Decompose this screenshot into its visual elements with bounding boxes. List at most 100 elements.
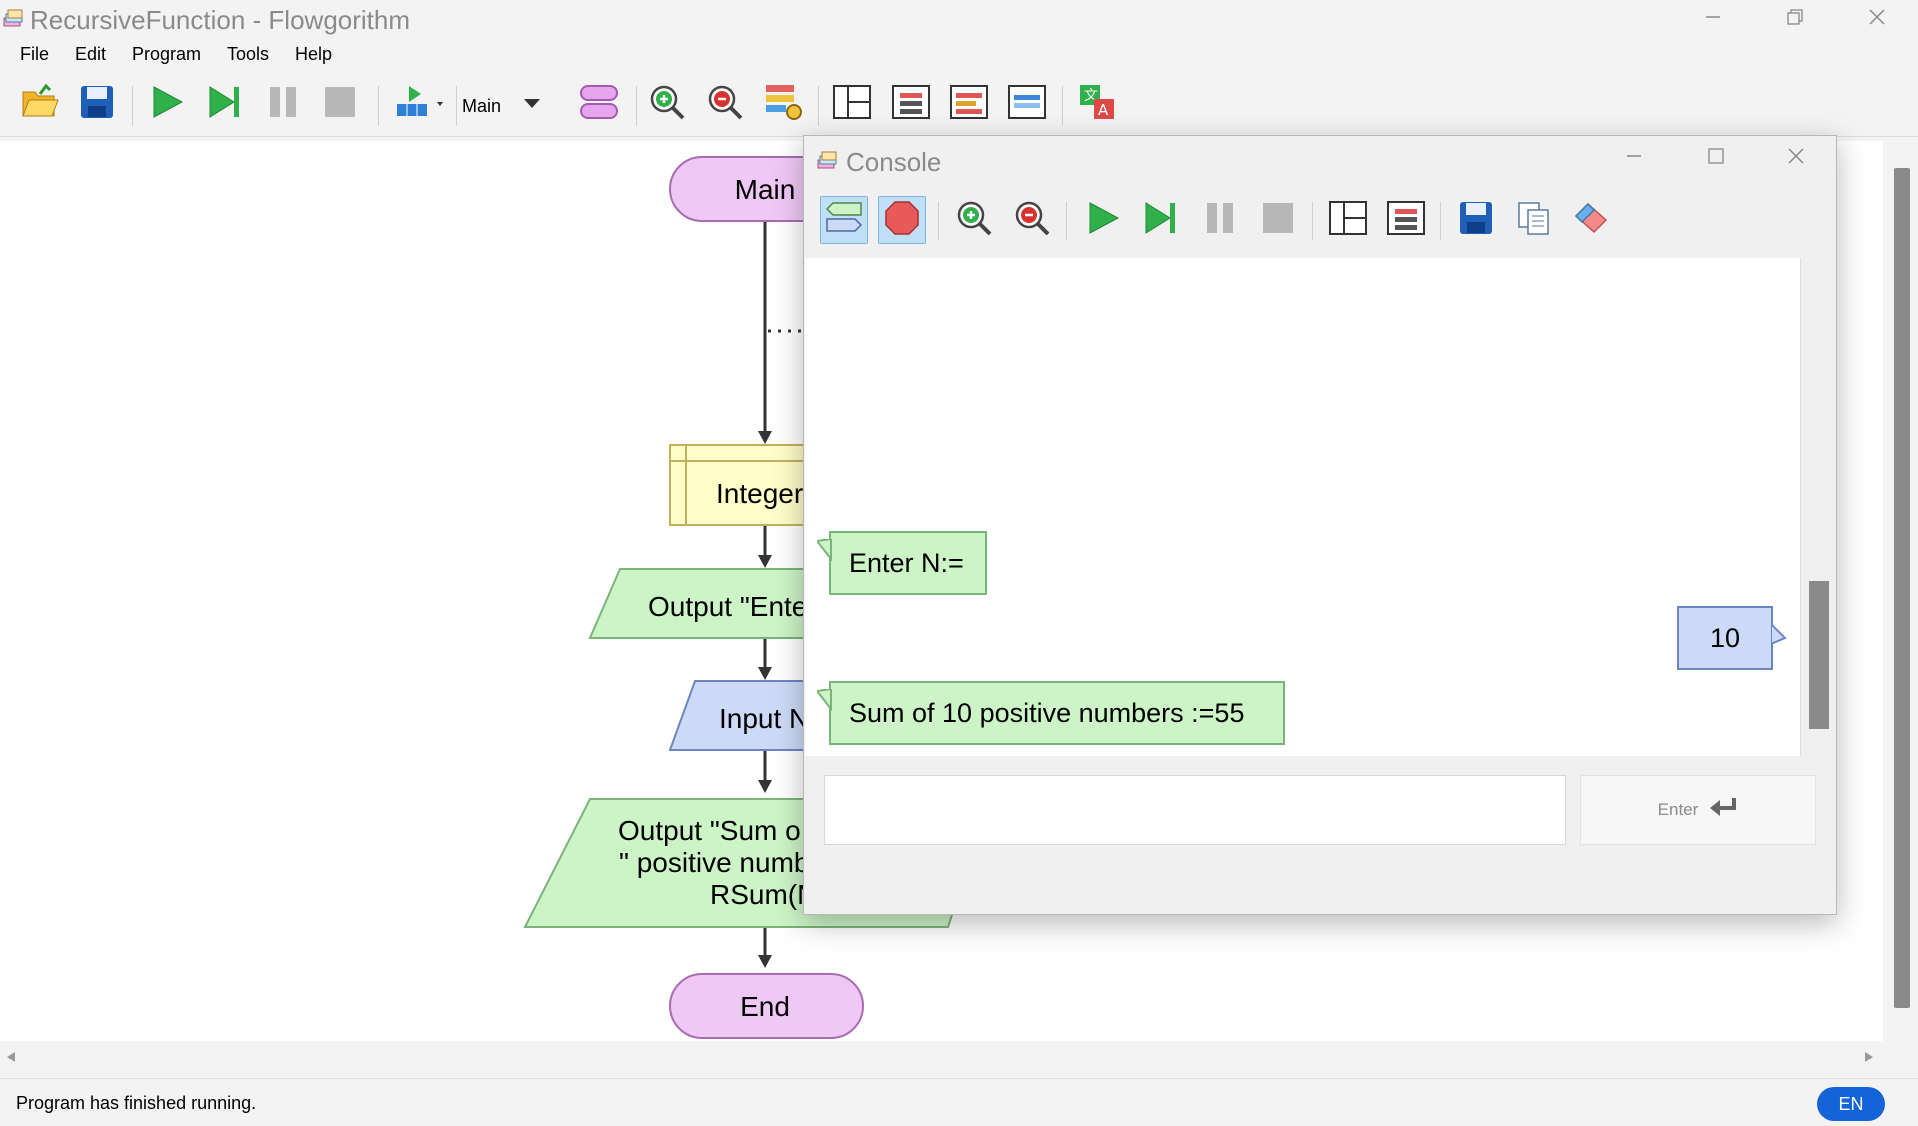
- svg-text:A: A: [1098, 101, 1109, 119]
- step-button[interactable]: [202, 82, 246, 126]
- step-icon: [1142, 200, 1178, 241]
- horizontal-scrollbar[interactable]: [0, 1041, 1883, 1071]
- toolbar-separator: [456, 86, 457, 126]
- console-close-button[interactable]: [1756, 136, 1836, 180]
- start-terminal-label: Main: [735, 174, 796, 205]
- output-sum-label-line-3: RSum(N: [710, 879, 817, 910]
- arrow-head: [758, 555, 772, 568]
- run-icon: [1084, 200, 1120, 241]
- console-stop-button[interactable]: [1254, 196, 1302, 244]
- console-copy-button[interactable]: [1510, 196, 1558, 244]
- console-pause-button[interactable]: [1196, 196, 1244, 244]
- output-label: Output "Ente: [648, 591, 807, 622]
- enter-button[interactable]: Enter: [1580, 775, 1816, 845]
- console-scroll-thumb[interactable]: [1809, 581, 1829, 729]
- console-step-button[interactable]: [1136, 196, 1184, 244]
- zoom-out-icon: [706, 83, 744, 126]
- step-icon: [206, 84, 242, 125]
- console-layout-1-button[interactable]: [1324, 196, 1372, 244]
- stop-button[interactable]: [318, 82, 362, 126]
- title-bar: RecursiveFunction - Flowgorithm: [0, 0, 1918, 38]
- console-input-field[interactable]: [824, 775, 1566, 845]
- menu-tools[interactable]: Tools: [227, 44, 269, 65]
- console-input-bubble: 10: [1677, 606, 1773, 670]
- close-button[interactable]: [1837, 0, 1917, 38]
- function-select-value: Main: [462, 95, 502, 116]
- stop-icon: [322, 84, 358, 125]
- layout-1-button[interactable]: [830, 82, 874, 126]
- translate-icon: 文A: [1078, 83, 1116, 126]
- enter-button-label: Enter: [1657, 800, 1699, 819]
- translate-button[interactable]: 文A: [1075, 82, 1119, 126]
- status-text: Program has finished running.: [16, 1093, 257, 1113]
- menu-file[interactable]: File: [20, 44, 49, 65]
- minimize-button[interactable]: [1673, 0, 1753, 38]
- console-save-button[interactable]: [1452, 196, 1500, 244]
- console-layout-2-button[interactable]: [1382, 196, 1430, 244]
- save-button[interactable]: [75, 82, 119, 126]
- console-zoom-in-button[interactable]: [950, 196, 998, 244]
- vertical-scroll-thumb[interactable]: [1894, 168, 1910, 1008]
- arrow-head: [758, 667, 772, 680]
- layout-2-icon: [1387, 200, 1425, 240]
- breakpoint-toggle[interactable]: [878, 196, 926, 244]
- output-sum-label-line-2: " positive numb: [619, 847, 809, 878]
- declare-label: Integer: [716, 478, 803, 509]
- function-select[interactable]: Main: [462, 86, 562, 126]
- end-terminal-label: End: [740, 991, 790, 1022]
- restore-button[interactable]: [1755, 0, 1835, 38]
- console-output-bubble: Enter N:=: [829, 531, 987, 595]
- step-into-button[interactable]: [390, 82, 448, 126]
- arrow-head: [758, 955, 772, 968]
- console-output-area: Enter N:= 10 Sum of 10 positive numbers …: [805, 258, 1801, 756]
- language-badge[interactable]: EN: [1817, 1087, 1885, 1121]
- save-icon: [1458, 200, 1494, 241]
- menu-program[interactable]: Program: [132, 44, 201, 65]
- toolbar-separator: [1440, 202, 1441, 240]
- toolbar-separator: [1066, 202, 1067, 240]
- layout-4-button[interactable]: [1005, 82, 1049, 126]
- layout-settings-icon: [764, 83, 804, 126]
- minimize-icon: [1704, 6, 1722, 32]
- run-button[interactable]: [144, 82, 188, 126]
- stop-sign-icon: [884, 200, 920, 241]
- main-toolbar: Main 文A: [0, 76, 1918, 137]
- function-manager-button[interactable]: [576, 82, 622, 126]
- zoom-out-icon: [1013, 199, 1051, 242]
- arrow-head: [758, 431, 772, 444]
- open-button[interactable]: [18, 82, 62, 126]
- chat-view-toggle[interactable]: [820, 196, 868, 244]
- enter-return-icon: [1708, 796, 1738, 825]
- scroll-right-icon[interactable]: [1864, 1050, 1874, 1068]
- input-label: Input N: [719, 703, 809, 734]
- function-shape-icon: [579, 83, 619, 126]
- menu-help[interactable]: Help: [295, 44, 332, 65]
- console-output-text: Enter N:=: [849, 547, 964, 578]
- zoom-in-button[interactable]: [645, 82, 689, 126]
- console-zoom-out-button[interactable]: [1008, 196, 1056, 244]
- console-run-button[interactable]: [1078, 196, 1126, 244]
- toolbar-separator: [636, 86, 637, 126]
- console-clear-button[interactable]: [1568, 196, 1616, 244]
- dropdown-arrow-icon: [523, 97, 541, 115]
- zoom-in-icon: [648, 83, 686, 126]
- stop-icon: [1260, 200, 1296, 241]
- layout-3-button[interactable]: [947, 82, 991, 126]
- menu-bar: File Edit Program Tools Help: [0, 40, 1918, 70]
- zoom-out-button[interactable]: [703, 82, 747, 126]
- open-folder-icon: [20, 83, 60, 125]
- toolbar-separator: [818, 86, 819, 126]
- arrow-head: [758, 780, 772, 793]
- toolbar-separator: [938, 202, 939, 240]
- console-minimize-button[interactable]: [1594, 136, 1674, 180]
- output-sum-label-line-1: Output "Sum o: [618, 815, 801, 846]
- layout-1-icon: [833, 84, 871, 124]
- layout-2-button[interactable]: [889, 82, 933, 126]
- layout-settings-button[interactable]: [762, 82, 806, 126]
- console-maximize-button[interactable]: [1676, 136, 1756, 180]
- menu-edit[interactable]: Edit: [75, 44, 106, 65]
- pause-button[interactable]: [261, 82, 305, 126]
- scroll-left-icon[interactable]: [6, 1050, 16, 1068]
- layout-4-icon: [1008, 84, 1046, 124]
- restore-icon: [1786, 6, 1804, 32]
